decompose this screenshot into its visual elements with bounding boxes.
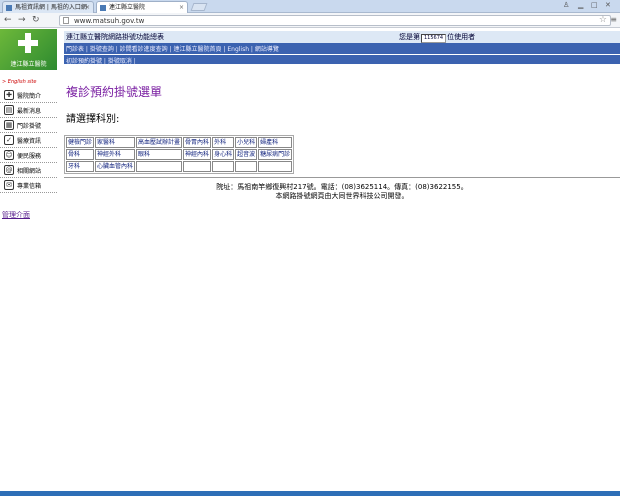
favicon-icon [100,5,106,11]
department-row: 牙科 心臟血管內科 [66,161,293,172]
department-link[interactable]: 眼科 [136,149,183,160]
favicon-icon [6,5,12,11]
department-table: 健檢門診 家醫科 高血壓試辦計畫 骨胃內科 外科 小兒科 婦產科 骨科 神經外科 眼科 神經內科 身心… [64,135,295,174]
new-tab-button[interactable] [190,3,208,11]
department-link[interactable]: 神經外科 [95,149,136,160]
empty-cell [235,161,258,172]
browser-tab-matsu[interactable]: 馬祖資訊網 | 馬祖的入口網 × [2,1,94,13]
department-link[interactable]: 超音波 [235,149,258,160]
close-icon[interactable]: × [179,2,184,13]
visitor-suffix: 位使用者 [447,33,476,41]
sidebar-item-links[interactable]: @ 相關網站 [0,163,57,178]
department-link[interactable]: 高血壓試辦計畫 [136,137,183,148]
clinic-icon: ▦ [4,120,14,130]
department-link[interactable]: 小兒科 [235,137,258,148]
sidebar-item-label: 專業信箱 [17,183,42,190]
sidebar-item-label: 相關網站 [17,168,42,175]
tab-label: 馬祖資訊網 | 馬祖的入口網 [15,4,87,11]
nav-bar-main: 門診表 | 掛號查詢 | 診間看診進度查詢 | 連江縣立醫院首頁 | Engli… [64,43,620,54]
menu-icon[interactable]: ≡ [610,15,617,24]
web-page: 連江縣立醫院 > English site ✚ 醫院簡介 ▤ 最新消息 ▦ 門診… [0,29,620,496]
address-bar[interactable]: www.matsuh.gov.tw ☆ [59,15,611,26]
user-icon[interactable]: ♙ [563,1,569,9]
sidebar-item-label: 便民服務 [17,153,42,160]
department-link[interactable]: 家醫科 [95,137,136,148]
sidebar-item-label: 醫院簡介 [17,93,42,100]
browser-window: 馬祖資訊網 | 馬祖的入口網 × 連江縣立醫院 × ♙ ▁ □ ✕ ← → ↻ … [0,0,620,496]
admin-link[interactable]: 管理介面 [2,210,30,220]
department-link[interactable]: 糖尿病門診 [258,149,293,160]
taskbar [0,491,620,496]
health-icon: ✓ [4,135,14,145]
department-link[interactable]: 身心科 [212,149,235,160]
english-site-link[interactable]: > English site [2,79,36,85]
department-link[interactable]: 牙科 [66,161,95,172]
sidebar-item-clinic[interactable]: ▦ 門診掛號 [0,118,57,133]
maximize-icon[interactable]: □ [591,1,598,9]
header-title-bar: 連江縣立醫院網路掛號功能總表 您是第 115674 位使用者 [64,31,620,43]
news-icon: ▤ [4,105,14,115]
nav-bar-secondary: 初診預約掛號 | 掛號取消 | [64,54,620,65]
department-row: 健檢門診 家醫科 高血壓試辦計畫 骨胃內科 外科 小兒科 婦產科 [66,137,293,148]
select-department-label: 請選擇科別: [66,114,120,125]
window-close-icon[interactable]: ✕ [605,1,611,9]
close-icon[interactable]: × [85,2,90,13]
navigation-bar: ← → ↻ www.matsuh.gov.tw ☆ ≡ [0,13,620,28]
nav-links-secondary[interactable]: 初診預約掛號 | 掛號取消 | [66,56,136,65]
bookmark-star-icon[interactable]: ☆ [599,15,607,25]
back-icon[interactable]: ← [4,15,12,25]
page-heading: 複診預約掛號選單 [66,85,163,99]
hospital-icon: ✚ [4,90,14,100]
footer-credit: 本網路掛號網頁由大同世界科技公司開發。 [275,192,409,200]
empty-cell [258,161,293,172]
hospital-logo[interactable]: 連江縣立醫院 [0,29,57,70]
divider [64,177,620,178]
department-link[interactable]: 神經內科 [183,149,212,160]
sidebar-item-about[interactable]: ✚ 醫院簡介 [0,88,57,103]
mail-icon: ✉ [4,180,14,190]
tab-strip: 馬祖資訊網 | 馬祖的入口網 × 連江縣立醫院 × ♙ ▁ □ ✕ [0,0,620,13]
department-link[interactable]: 健檢門診 [66,137,95,148]
sidebar-item-health[interactable]: ✓ 醫療資訊 [0,133,57,148]
department-link[interactable]: 心臟血管內科 [95,161,136,172]
service-icon: ☺ [4,150,14,160]
department-link[interactable]: 骨科 [66,149,95,160]
visitor-count: 115674 [421,34,447,43]
sidebar-item-label: 最新消息 [17,108,42,115]
empty-cell [136,161,183,172]
page-title: 連江縣立醫院網路掛號功能總表 [66,33,164,41]
sidebar-item-news[interactable]: ▤ 最新消息 [0,103,57,118]
reload-icon[interactable]: ↻ [32,15,40,25]
page-icon [63,17,69,24]
department-row: 骨科 神經外科 眼科 神經內科 身心科 超音波 糖尿病門診 [66,149,293,160]
sidebar: ✚ 醫院簡介 ▤ 最新消息 ▦ 門診掛號 ✓ 醫療資訊 ☺ 便民服務 @ 相關網… [0,88,57,193]
department-link[interactable]: 外科 [212,137,235,148]
nav-links-main[interactable]: 門診表 | 掛號查詢 | 診間看診進度查詢 | 連江縣立醫院首頁 | Engli… [66,44,279,53]
minimize-icon[interactable]: ▁ [578,1,583,9]
tab-label: 連江縣立醫院 [109,4,146,11]
browser-tab-hospital[interactable]: 連江縣立醫院 × [96,1,188,13]
visitor-counter: 您是第 115674 位使用者 [399,32,475,43]
logo-name: 連江縣立醫院 [10,61,47,68]
empty-cell [212,161,235,172]
sidebar-item-mail[interactable]: ✉ 專業信箱 [0,178,57,193]
forward-icon[interactable]: → [18,15,26,25]
department-link[interactable]: 婦產科 [258,137,293,148]
sidebar-item-label: 門診掛號 [17,123,42,130]
department-link[interactable]: 骨胃內科 [183,137,212,148]
sidebar-item-service[interactable]: ☺ 便民服務 [0,148,57,163]
sidebar-item-label: 醫療資訊 [17,138,42,145]
url-text[interactable]: www.matsuh.gov.tw [74,16,144,26]
empty-cell [183,161,212,172]
link-icon: @ [4,165,14,175]
visitor-prefix: 您是第 [399,33,420,41]
cross-icon [18,33,38,53]
